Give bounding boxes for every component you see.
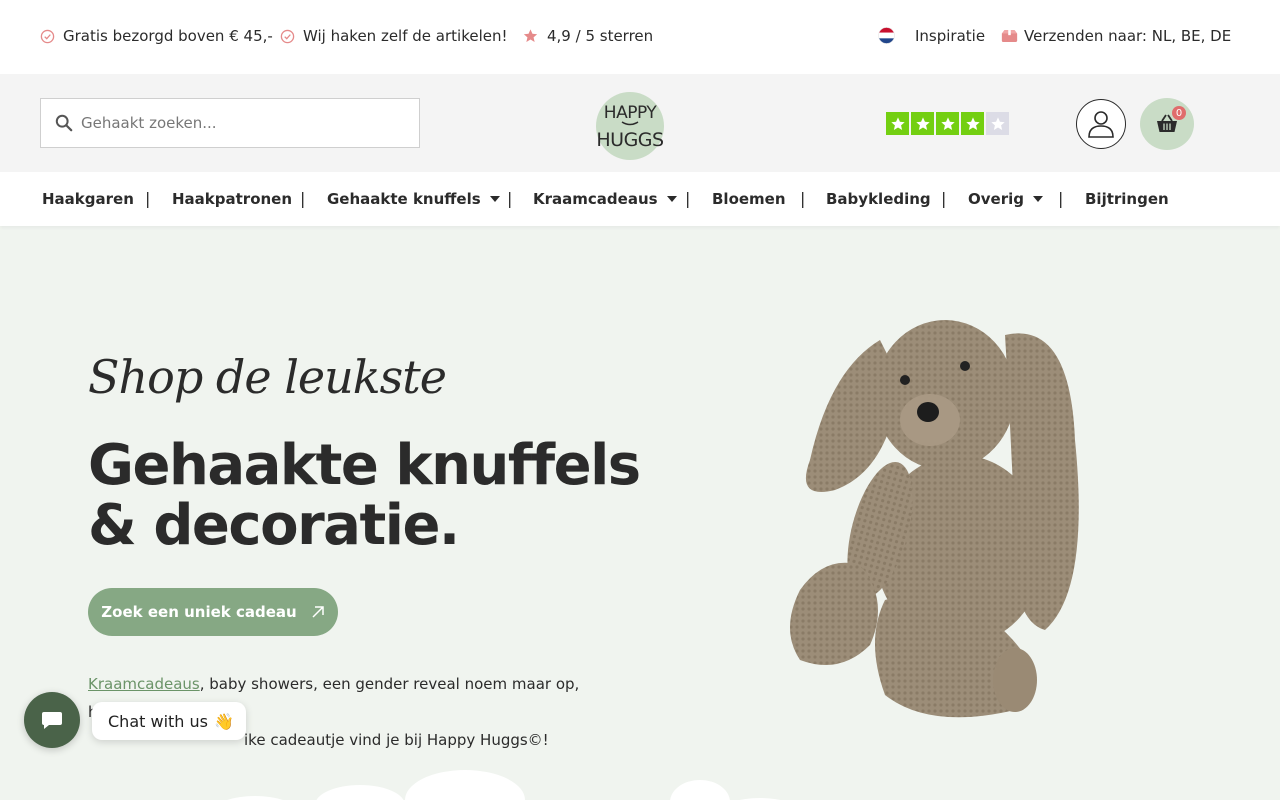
netherlands-flag-icon <box>878 27 895 44</box>
nav-item-babykleding[interactable]: Babykleding <box>826 190 931 208</box>
nav-item-haakpatronen[interactable]: Haakpatronen <box>172 190 292 208</box>
cart-button[interactable]: 0 <box>1140 98 1194 150</box>
nav-item-label: Kraamcadeaus <box>533 190 658 208</box>
cta-label: Zoek een uniek cadeau <box>101 603 297 621</box>
nav-separator: | <box>685 189 691 208</box>
usp-label: Wij haken zelf de artikelen! <box>303 27 508 45</box>
hero-tagline: Shop de leukste <box>88 350 447 404</box>
nav-separator: | <box>145 189 151 208</box>
nav-item-overig[interactable]: Overig <box>968 190 1043 208</box>
inspiration-link[interactable]: Inspiratie <box>915 27 985 45</box>
trust-star-icon <box>911 112 934 135</box>
nav-item-label: Bijtringen <box>1085 190 1169 208</box>
shipping-label: Verzenden naar: NL, BE, DE <box>1024 27 1232 45</box>
usp-label: Gratis bezorgd boven € 45,- <box>63 27 273 45</box>
nav-item-label: Bloemen <box>712 190 786 208</box>
search-icon <box>55 114 73 132</box>
usp-free-shipping: Gratis bezorgd boven € 45,- <box>40 27 273 45</box>
nav-separator: | <box>941 189 947 208</box>
logo-text-line2: HUGGS <box>596 129 663 151</box>
chat-bubble-icon <box>42 712 62 729</box>
nav-item-label: Haakgaren <box>42 190 134 208</box>
star-icon <box>523 29 538 42</box>
nav-item-haakgaren[interactable]: Haakgaren <box>42 190 134 208</box>
nav-separator: | <box>300 189 306 208</box>
top-bar: Gratis bezorgd boven € 45,- Wij haken ze… <box>0 0 1280 74</box>
trust-star-icon <box>961 112 984 135</box>
chevron-down-icon <box>1032 196 1043 202</box>
nav-separator: | <box>1058 189 1064 208</box>
user-icon <box>1088 111 1114 138</box>
arrow-up-right-icon <box>312 606 324 618</box>
waving-hand-icon: 👋 <box>213 711 234 731</box>
chevron-down-icon <box>666 196 677 202</box>
find-gift-button[interactable]: Zoek een uniek cadeau <box>88 588 338 636</box>
crochet-dog-image <box>790 320 1079 718</box>
check-circle-icon <box>280 29 295 43</box>
cart-count-badge: 0 <box>1172 106 1186 120</box>
check-circle-icon <box>40 29 55 43</box>
search-box[interactable] <box>40 98 420 148</box>
logo-text-line1: HAPPY <box>604 103 658 123</box>
nav-separator: | <box>800 189 806 208</box>
nav-item-label: Gehaakte knuffels <box>327 190 481 208</box>
nav-item-label: Babykleding <box>826 190 931 208</box>
hero-headline-line2: & decoratie. <box>88 493 460 558</box>
language-flag-nl[interactable] <box>878 27 895 44</box>
nav-item-kraamcadeaus[interactable]: Kraamcadeaus <box>533 190 677 208</box>
nav-item-bloemen[interactable]: Bloemen <box>712 190 786 208</box>
main-navigation: Haakgaren | Haakpatronen | Gehaakte knuf… <box>0 172 1280 226</box>
usp-handmade: Wij haken zelf de artikelen! <box>280 27 508 45</box>
kraamcadeaus-link[interactable]: Kraamcadeaus <box>88 675 200 693</box>
trust-star-icon <box>886 112 909 135</box>
hero-headline: Gehaakte knuffels & decoratie. <box>88 433 641 558</box>
trustpilot-rating[interactable] <box>886 112 1009 135</box>
happy-huggs-logo[interactable]: HAPPY HUGGS <box>592 86 668 162</box>
nav-item-bijtringen[interactable]: Bijtringen <box>1085 190 1169 208</box>
chat-label: Chat with us <box>108 711 208 731</box>
shipping-info[interactable]: Verzenden naar: NL, BE, DE <box>1001 27 1231 45</box>
nav-item-label: Overig <box>968 190 1024 208</box>
usp-rating[interactable]: 4,9 / 5 sterren <box>522 27 653 45</box>
nav-item-gehaakte-knuffels[interactable]: Gehaakte knuffels <box>327 190 500 208</box>
account-button[interactable] <box>1076 99 1126 149</box>
nav-item-label: Haakpatronen <box>172 190 293 208</box>
chat-prompt[interactable]: Chat with us 👋 <box>92 702 246 740</box>
chevron-down-icon <box>489 196 500 202</box>
hero-headline-line1: Gehaakte knuffels <box>88 433 641 498</box>
chat-button[interactable] <box>24 692 80 748</box>
trust-star-icon <box>936 112 959 135</box>
trust-star-empty-icon <box>986 112 1009 135</box>
package-icon <box>1001 30 1018 42</box>
search-input[interactable] <box>81 114 401 132</box>
header: HAPPY HUGGS 0 <box>0 74 1280 172</box>
nav-separator: | <box>507 189 513 208</box>
cloud-decoration <box>227 770 781 800</box>
usp-label: 4,9 / 5 sterren <box>547 27 654 45</box>
